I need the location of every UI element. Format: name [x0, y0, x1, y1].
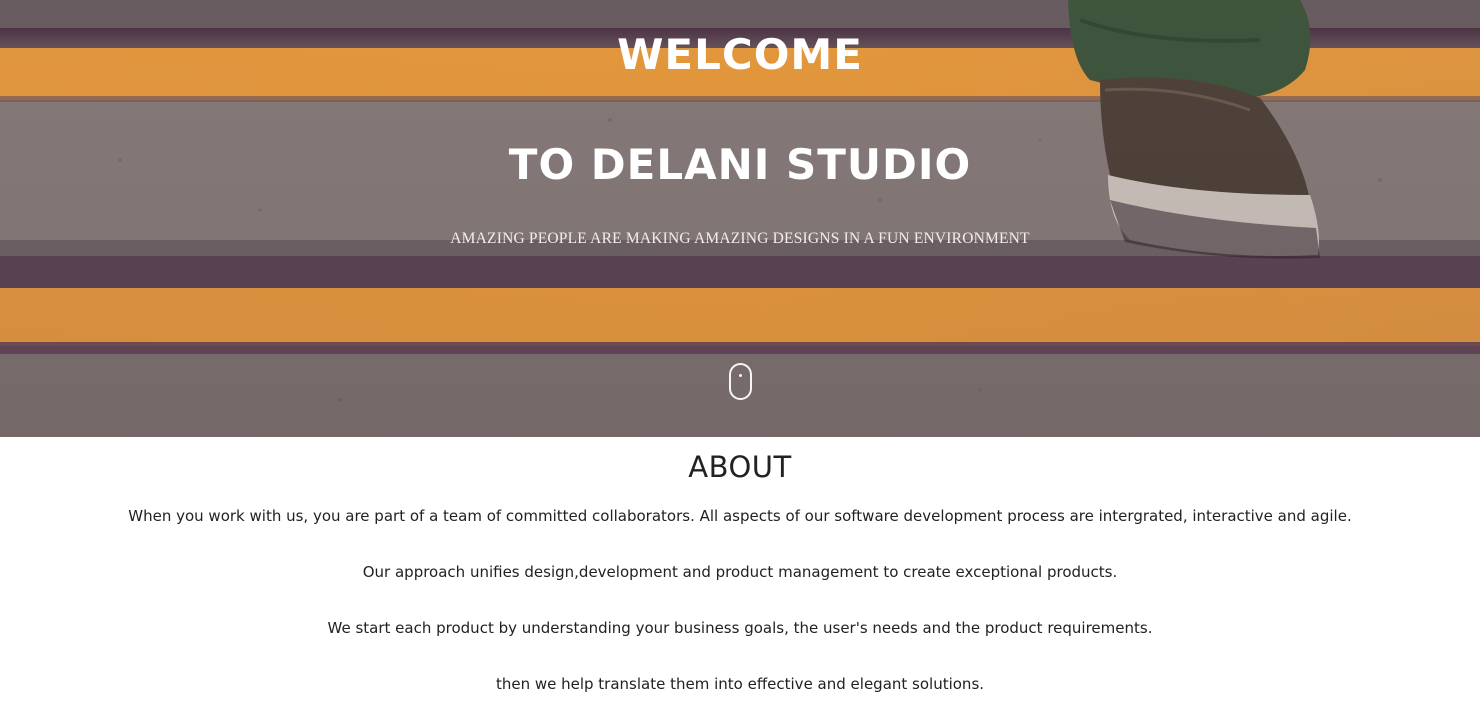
about-heading: ABOUT	[688, 450, 792, 484]
hero-section: WELCOME TO DELANI STUDIO AMAZING PEOPLE …	[0, 0, 1480, 437]
mouse-scroll-icon[interactable]	[729, 363, 752, 400]
hero-subtitle: AMAZING PEOPLE ARE MAKING AMAZING DESIGN…	[450, 230, 1030, 247]
about-paragraph: When you work with us, you are part of a…	[128, 507, 1352, 525]
about-section: ABOUT When you work with us, you are par…	[0, 437, 1480, 722]
hero-title-studio: TO DELANI STUDIO	[508, 140, 972, 189]
mouse-wheel-dot	[739, 374, 742, 377]
about-paragraph: We start each product by understanding y…	[327, 619, 1153, 637]
hero-title-welcome: WELCOME	[617, 30, 863, 79]
about-paragraph: then we help translate them into effecti…	[495, 675, 985, 693]
about-paragraph: Our approach unifies design,development …	[362, 563, 1118, 581]
